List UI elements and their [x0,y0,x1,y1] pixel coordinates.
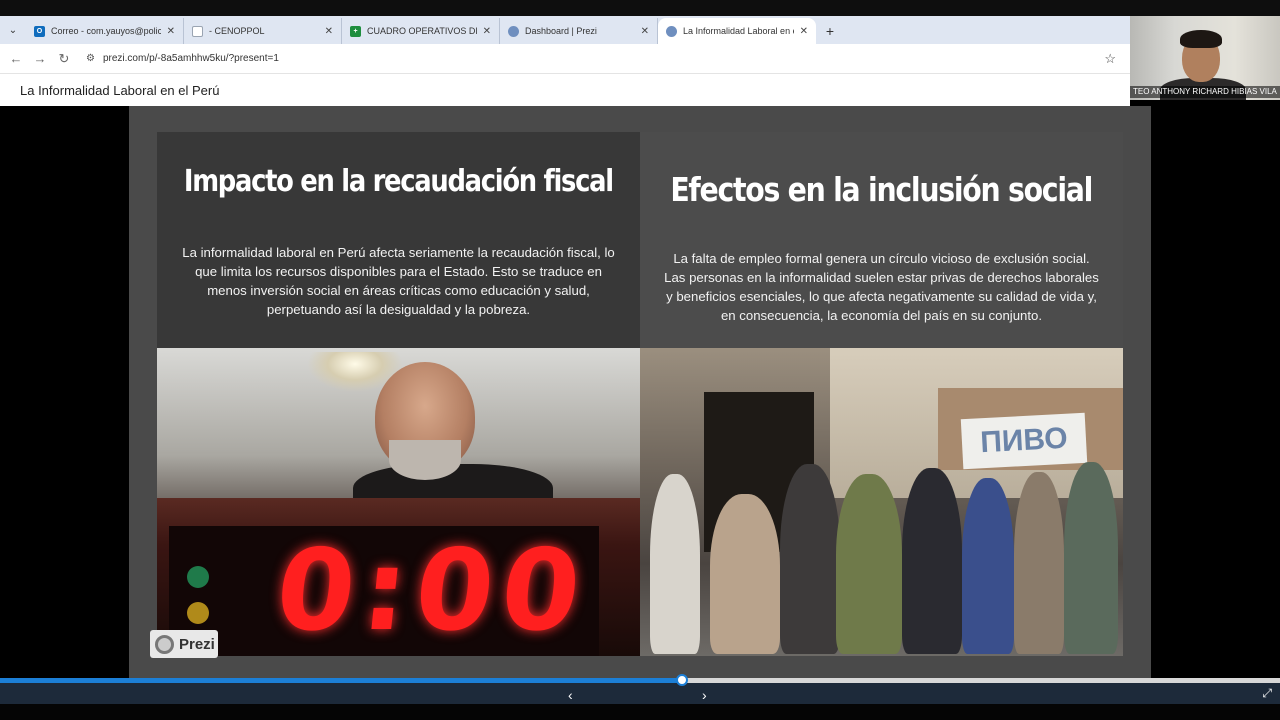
new-tab-button[interactable]: + [816,18,844,44]
browser-tab-strip: ⌄ O Correo - com.yauyos@policia.g ✕ - CE… [0,16,1130,44]
video-call-thumbnail: TEO ANTHONY RICHARD HIBIAS VILA [1130,16,1280,100]
close-icon[interactable]: ✕ [325,26,333,37]
left-text-panel: Impacto en la recaudación fiscal La info… [157,132,640,348]
person-shape [1014,472,1064,654]
bookmark-star-icon[interactable]: ☆ [1104,51,1116,67]
progress-track[interactable] [0,674,1280,686]
right-heading: Efectos en la inclusión social [670,170,1094,209]
green-light [187,566,209,588]
progress-handle[interactable] [676,674,689,686]
tab-informalidad-laboral[interactable]: La Informalidad Laboral en el Pe ✕ [658,18,816,44]
participant-name: TEO ANTHONY RICHARD HIBIAS VILA [1130,86,1280,98]
slide: Impacto en la recaudación fiscal La info… [129,106,1151,678]
right-text-panel: Efectos en la inclusión social La falta … [640,132,1123,348]
close-icon[interactable]: ✕ [800,26,808,37]
url-text: prezi.com/p/-8a5amhhw5ku/?present=1 [102,53,279,64]
presentation-title: La Informalidad Laboral en el Perú [20,83,220,98]
participant-hair [1180,30,1222,48]
site-settings-icon[interactable]: ⚙ [86,53,95,64]
right-body: La falta de empleo formal genera un círc… [664,251,1099,323]
tab-title: La Informalidad Laboral en el Pe [683,26,794,36]
crowd-shape [640,444,1123,656]
left-heading: Impacto en la recaudación fiscal [184,164,614,199]
tab-title: Correo - com.yauyos@policia.g [51,26,161,36]
prezi-brand: Prezi [179,635,215,653]
photo-crowd-queue: ПИВО [640,348,1123,656]
tab-title: CUADRO OPERATIVOS DIARIO [367,26,477,36]
person-shape [836,474,902,654]
tab-correo[interactable]: O Correo - com.yauyos@policia.g ✕ [26,18,184,44]
back-arrow-icon[interactable]: ← [4,51,28,66]
close-icon[interactable]: ✕ [483,26,491,37]
photo-fiscal-hearing: 0:00 [157,348,640,656]
person-shape [1064,462,1118,654]
fullscreen-icon[interactable]: ⤢ [1262,686,1272,701]
tab-cenoppol[interactable]: - CENOPPOL ✕ [184,18,342,44]
prezi-icon [508,25,519,37]
tab-prezi-dashboard[interactable]: Dashboard | Prezi ✕ [500,18,658,44]
person-shape [902,468,962,654]
tab-title: - CENOPPOL [209,26,265,36]
player-lower-strip [0,704,1280,720]
prezi-logo-icon [155,634,174,654]
tab-search-chevron-icon[interactable]: ⌄ [0,16,26,44]
progress-fill [0,678,683,683]
prezi-title-bar: La Informalidad Laboral en el Perú [0,74,1130,106]
tab-title: Dashboard | Prezi [525,26,597,36]
person-shape [650,474,700,654]
reload-icon[interactable]: ↻ [52,51,76,67]
page-icon [192,25,203,37]
outlook-icon: O [34,25,45,37]
os-top-strip [0,0,1280,16]
prezi-badge[interactable]: Prezi [150,630,218,658]
sheets-icon: + [350,25,361,37]
person-shape [962,478,1014,654]
person-shape [710,494,780,654]
prezi-icon [666,25,677,37]
yellow-light [187,602,209,624]
person-shape [780,464,840,654]
url-field[interactable]: ⚙ prezi.com/p/-8a5amhhw5ku/?present=1 [86,53,279,64]
left-body: La informalidad laboral en Perú afecta s… [182,245,615,317]
clock-digits: 0:00 [270,526,595,656]
address-bar: ← → ↻ ⚙ prezi.com/p/-8a5amhhw5ku/?presen… [0,44,1130,74]
tab-cuadro-operativos[interactable]: + CUADRO OPERATIVOS DIARIO ✕ [342,18,500,44]
forward-arrow-icon[interactable]: → [28,51,52,66]
close-icon[interactable]: ✕ [167,26,175,37]
next-step-icon[interactable]: › [702,687,707,703]
presentation-stage: Impacto en la recaudación fiscal La info… [0,106,1280,678]
previous-step-icon[interactable]: ‹ [568,687,573,703]
man-beard-shape [389,440,461,480]
close-icon[interactable]: ✕ [641,26,649,37]
